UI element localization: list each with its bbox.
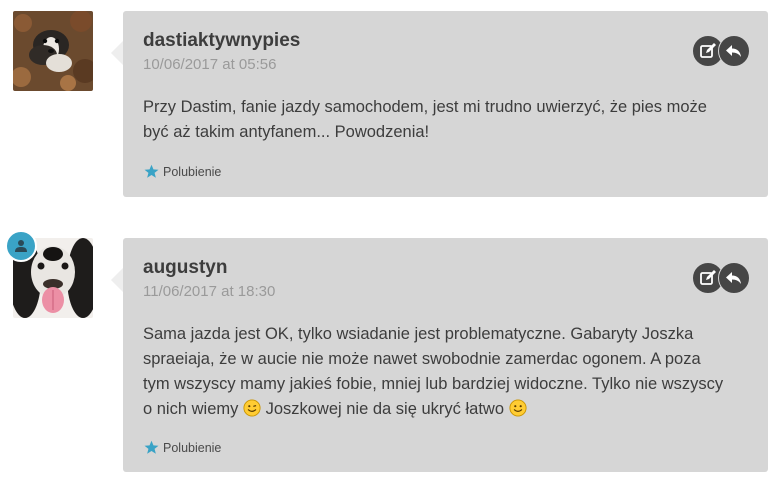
- comment-bubble: dastiaktywnypies 10/06/2017 at 05:56 Prz…: [111, 11, 768, 197]
- comment-bubble: augustyn 11/06/2017 at 18:30 Sama jazda …: [111, 238, 768, 472]
- reply-icon: [726, 45, 741, 57]
- user-icon: [15, 240, 27, 252]
- comment-author[interactable]: dastiaktywnypies: [143, 30, 300, 52]
- smiley-emoji: [509, 399, 527, 417]
- like-label: Polubienie: [163, 164, 222, 179]
- edit-icon: [700, 43, 716, 58]
- star-icon: [144, 164, 159, 178]
- comment-text: Sama jazda jest OK, tylko wsiadanie jest…: [143, 325, 724, 418]
- smiley-emoji: [243, 399, 261, 417]
- star-icon: [144, 440, 159, 454]
- comment-date[interactable]: 11/06/2017 at 18:30: [143, 283, 275, 300]
- edit-icon: [700, 270, 716, 285]
- reply-button[interactable]: [718, 262, 750, 294]
- like-button[interactable]: Polubienie: [144, 440, 221, 455]
- comment-actions: [692, 262, 750, 294]
- like-label: Polubienie: [163, 440, 222, 455]
- reply-icon: [726, 272, 741, 284]
- comment-text: Przy Dastim, fanie jazdy samochodem, jes…: [143, 98, 707, 141]
- reply-button[interactable]: [718, 35, 750, 67]
- like-button[interactable]: Polubienie: [144, 164, 221, 179]
- post-author-badge: [5, 230, 37, 262]
- comment-date[interactable]: 10/06/2017 at 05:56: [143, 56, 276, 73]
- comment-actions: [692, 35, 750, 67]
- avatar[interactable]: [13, 11, 93, 91]
- comment-author[interactable]: augustyn: [143, 257, 227, 279]
